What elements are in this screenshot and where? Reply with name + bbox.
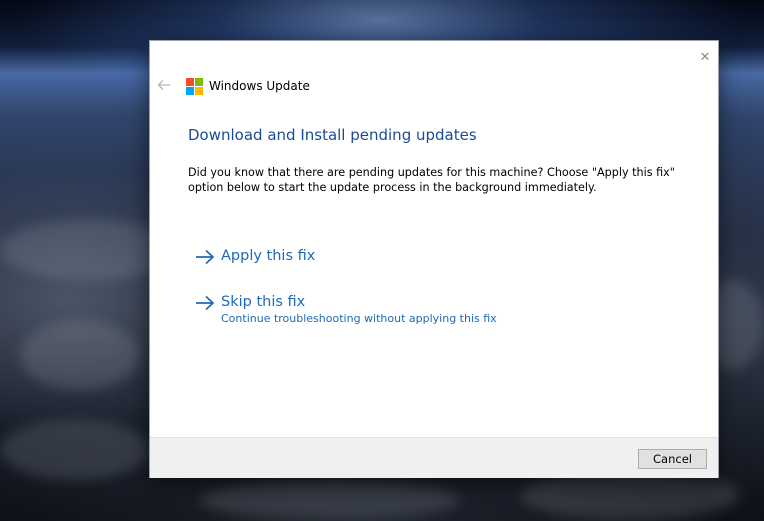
- windows-logo-icon: [186, 77, 203, 95]
- skip-fix-subtitle: Continue troubleshooting without applyin…: [221, 312, 497, 325]
- wallpaper-cloud: [0, 420, 150, 480]
- wallpaper-cloud: [200, 480, 460, 520]
- close-button[interactable]: ✕: [694, 47, 716, 69]
- apply-fix-title[interactable]: Apply this fix: [221, 246, 315, 266]
- back-arrow-icon: [157, 80, 170, 90]
- description-text: Did you know that there are pending upda…: [188, 166, 675, 194]
- close-icon: ✕: [699, 50, 711, 65]
- dialog-footer: Cancel: [150, 437, 718, 478]
- arrow-right-icon: [196, 249, 215, 265]
- apply-fix-option[interactable]: Apply this fix: [195, 246, 315, 267]
- arrow-right-icon: [196, 295, 215, 311]
- wallpaper-cloud: [20, 320, 140, 390]
- troubleshooter-dialog: ✕ Windows Update Download and Install pe…: [149, 40, 719, 478]
- back-button[interactable]: [156, 77, 172, 93]
- cancel-button[interactable]: Cancel: [638, 449, 707, 469]
- page-title: Download and Install pending updates: [188, 126, 477, 144]
- desktop-background: ✕ Windows Update Download and Install pe…: [0, 0, 764, 521]
- skip-fix-title[interactable]: Skip this fix: [221, 292, 497, 312]
- dialog-header: Windows Update: [186, 76, 310, 96]
- skip-fix-option[interactable]: Skip this fix Continue troubleshooting w…: [195, 292, 497, 326]
- window-title: Windows Update: [209, 79, 310, 93]
